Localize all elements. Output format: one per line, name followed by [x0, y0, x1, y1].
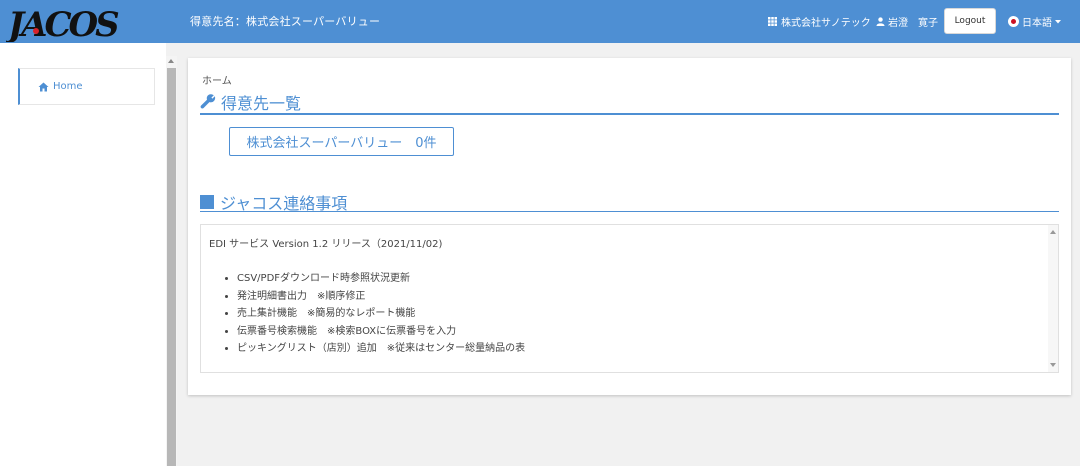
grid-icon [768, 17, 777, 26]
list-item: 売上集計機能 ※簡易的なレポート機能 [237, 305, 525, 323]
list-item: CSV/PDFダウンロード時参照状況更新 [237, 270, 525, 288]
customer-count-button[interactable]: 株式会社スーパーバリュー 0件 [229, 127, 454, 156]
logo-text: JACOS [6, 5, 119, 42]
list-item: ピッキングリスト（店別）追加 ※従来はセンター総量納品の表 [237, 340, 525, 358]
title-divider [200, 113, 1059, 115]
caret-down-icon [1055, 19, 1061, 23]
page-scrollbar[interactable] [166, 56, 177, 466]
language-dropdown[interactable]: 日本語 [1008, 14, 1061, 29]
notice-list: CSV/PDFダウンロード時参照状況更新 発注明細書出力 ※順序修正 売上集計機… [227, 270, 525, 358]
notice-divider [200, 211, 1059, 212]
notice-scrollbar[interactable] [1048, 225, 1058, 372]
company-name: 株式会社サノテック [781, 18, 871, 29]
square-icon [200, 195, 214, 209]
sidebar-item-home[interactable]: Home [18, 68, 155, 105]
list-item: 伝票番号検索機能 ※検索BOXに伝票番号を入力 [237, 323, 525, 341]
sidebar-item-label: Home [53, 81, 83, 92]
page-title: 得意先一覧 [221, 94, 302, 113]
scroll-up-icon[interactable] [1050, 230, 1056, 234]
top-header: JACOS 得意先名：株式会社スーパーバリュー 株式会社サノテック 岩澄 寛子 … [0, 0, 1080, 43]
logout-button[interactable]: Logout [944, 8, 996, 34]
company-menu[interactable]: 株式会社サノテック [768, 14, 871, 29]
jacos-logo[interactable]: JACOS [6, 4, 124, 42]
sidebar: Home [0, 43, 166, 466]
breadcrumb[interactable]: ホーム [202, 72, 232, 87]
home-icon [38, 82, 49, 91]
customer-name: 得意先名：株式会社スーパーバリュー [190, 15, 381, 28]
japan-flag-icon [1008, 16, 1019, 27]
language-label: 日本語 [1022, 18, 1052, 29]
user-menu[interactable]: 岩澄 寛子 [876, 14, 938, 29]
user-name: 岩澄 寛子 [888, 18, 938, 29]
user-icon [876, 17, 885, 26]
scroll-up-arrow-icon[interactable] [168, 59, 174, 63]
notice-heading: EDI サービス Version 1.2 リリース（2021/11/02) [209, 239, 443, 250]
section-customer-list: 得意先一覧 [200, 90, 301, 114]
main-panel: ホーム 得意先一覧 株式会社スーパーバリュー 0件 ジャコス連絡事項 EDI サ… [188, 58, 1071, 395]
wrench-icon [200, 94, 216, 109]
scroll-down-icon[interactable] [1050, 363, 1056, 367]
list-item: 発注明細書出力 ※順序修正 [237, 288, 525, 306]
notice-box[interactable]: EDI サービス Version 1.2 リリース（2021/11/02) CS… [200, 224, 1059, 373]
scroll-thumb[interactable] [167, 68, 176, 466]
